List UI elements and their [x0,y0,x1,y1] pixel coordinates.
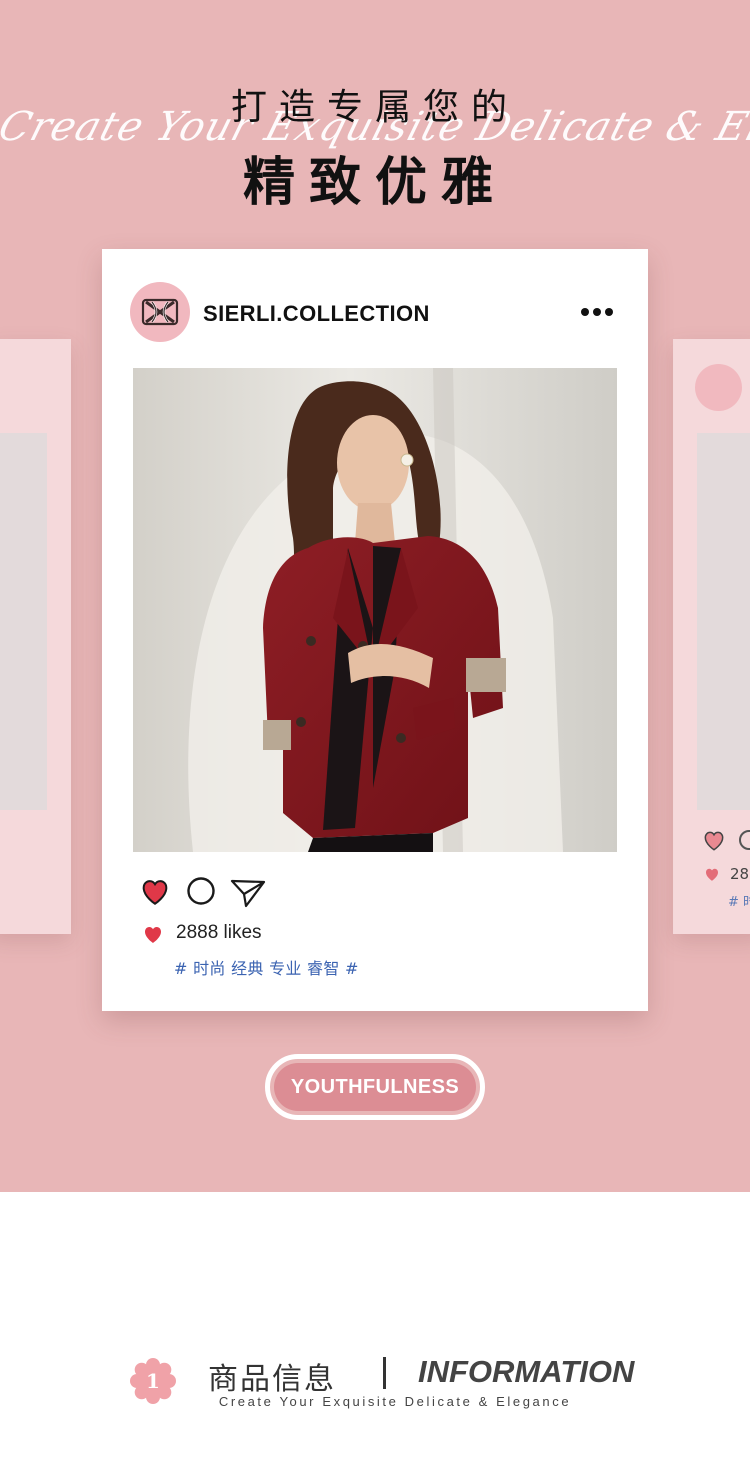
youthfulness-button[interactable]: YOUTHFULNESS [265,1054,485,1120]
title-divider [383,1357,386,1389]
hero-section: Create Your Exquisite Delicate & Eleganc… [0,0,750,1192]
headline-top: 打造专属您的 [230,87,519,128]
heart-icon [704,831,724,851]
account-username[interactable]: SIERLI.COLLECTION [203,301,430,327]
hashtags[interactable]: # 时尚 经典 专业 睿智 # [174,955,359,979]
side-post-photo [697,433,750,810]
likes-heart-icon [145,927,161,943]
section-subtitle: Create Your Exquisite Delicate & Eleganc… [218,1394,572,1409]
comment-icon[interactable] [186,876,216,906]
avatar[interactable] [130,282,190,342]
side-likes-count: 288 [730,865,750,883]
comment-icon [739,830,750,850]
section-number: 1 [146,1369,160,1393]
headline-main: 精致优雅 [242,153,507,213]
youthfulness-label: YOUTHFULNESS [274,1063,476,1111]
side-post-right: 288 # 时 [673,339,750,934]
likes-heart-icon [706,868,718,881]
side-post-left [0,339,71,934]
side-post-photo [0,433,47,810]
heart-icon[interactable] [138,874,172,908]
side-avatar [695,364,742,411]
section-title-english: INFORMATION [418,1354,635,1389]
section-title-chinese: 商品信息 [208,1362,336,1397]
post-photo [133,368,617,852]
social-post-card: SIERLI.COLLECTION 2888 likes # 时尚 经典 专业 … [102,249,648,1011]
likes-count[interactable]: 2888 likes [176,922,262,944]
side-tags: # 时 [728,895,750,910]
brand-logo-icon [141,298,179,326]
send-icon[interactable] [229,876,267,910]
model-photo [133,368,617,852]
more-icon[interactable] [575,299,619,325]
